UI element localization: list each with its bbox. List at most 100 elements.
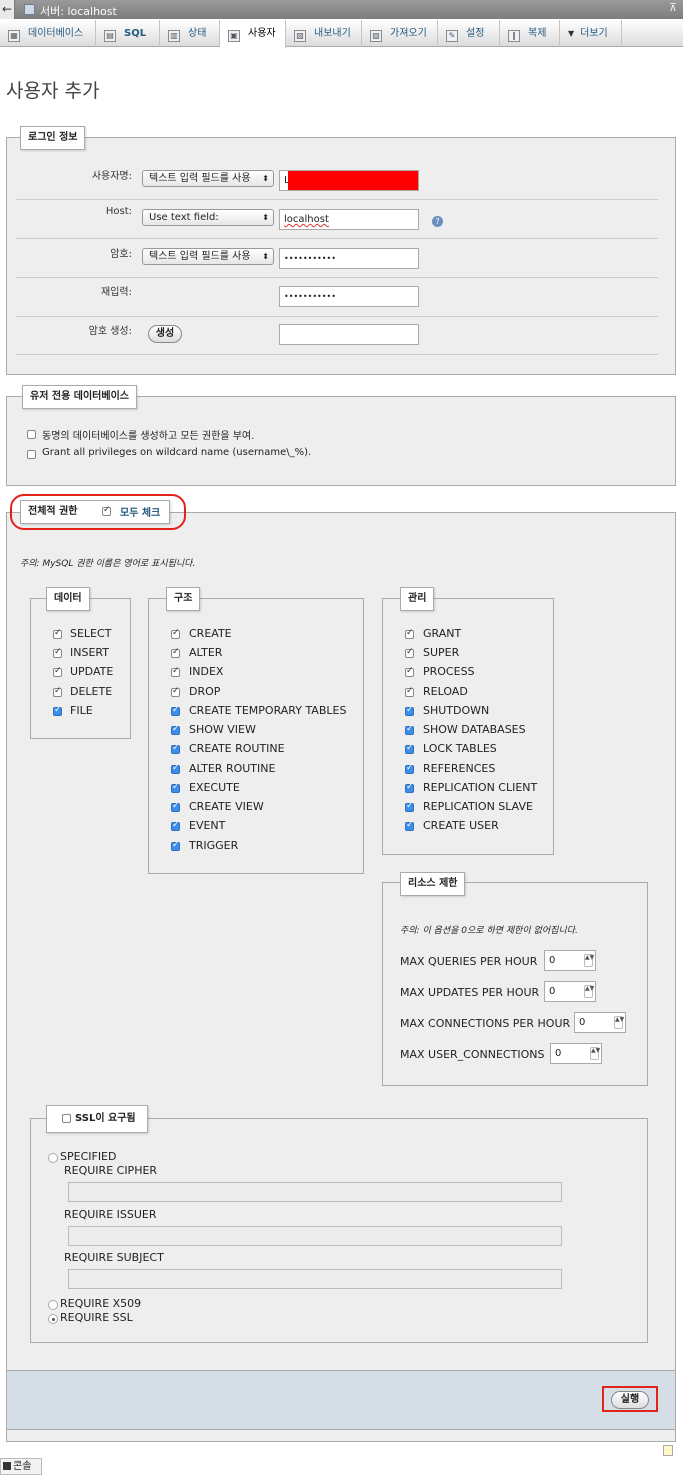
username-type-select[interactable]: 텍스트 입력 필드를 사용 ⬍ [142, 170, 274, 187]
alter-routine-checkbox[interactable] [171, 763, 180, 774]
max-updates-input[interactable]: 0 ▲▼ [544, 981, 596, 1002]
execute-label: EXECUTE [189, 781, 240, 794]
super-privilege-label: SUPER [423, 646, 460, 659]
require-issuer-label: REQUIRE ISSUER [64, 1208, 157, 1221]
max-queries-input[interactable]: 0 ▲▼ [544, 950, 596, 971]
spinner-icon[interactable]: ▲▼ [584, 985, 594, 998]
host-input[interactable]: localhost [279, 209, 419, 230]
create-privilege-checkbox[interactable] [171, 628, 180, 639]
form-footer [6, 1370, 676, 1430]
generate-password-label: 암호 생성: [88, 326, 132, 337]
server-icon [24, 4, 35, 15]
tab-import[interactable]: ▨ 가져오기 [362, 20, 438, 47]
dropdown-icon: ▼ [568, 29, 575, 38]
show-databases-checkbox[interactable] [405, 724, 414, 735]
select-arrow-icon: ⬍ [262, 252, 269, 261]
lock-tables-checkbox[interactable] [405, 743, 414, 754]
require-subject-input[interactable] [68, 1269, 562, 1289]
page-title: 사용자 추가 [6, 80, 100, 102]
select-privilege-checkbox[interactable] [53, 628, 62, 639]
insert-privilege-checkbox[interactable] [53, 647, 62, 658]
process-privilege-checkbox[interactable] [405, 666, 414, 677]
require-issuer-input[interactable] [68, 1226, 562, 1246]
generated-password-input[interactable] [279, 324, 419, 345]
create-user-checkbox[interactable] [405, 820, 414, 831]
help-icon[interactable]: ? [432, 216, 443, 227]
tab-settings[interactable]: ✎ 설정 [438, 20, 500, 47]
drop-privilege-label: DROP [189, 685, 221, 698]
spinner-icon[interactable]: ▲▼ [614, 1016, 624, 1029]
tab-export[interactable]: ▧ 내보내기 [286, 20, 362, 47]
password-input[interactable]: ••••••••••• [279, 248, 419, 269]
tab-more[interactable]: ▼ 더보기 [560, 20, 622, 47]
replication-slave-checkbox[interactable] [405, 801, 414, 812]
tab-databases[interactable]: ▦ 데이터베이스 [0, 20, 96, 47]
require-ssl-radio[interactable] [48, 1314, 58, 1324]
max-user-connections-input[interactable]: 0 ▲▼ [550, 1043, 602, 1064]
create-temporary-tables-checkbox[interactable] [171, 705, 180, 716]
console-tab[interactable]: 콘솔 [0, 1458, 42, 1475]
max-connections-input[interactable]: 0 ▲▼ [574, 1012, 626, 1033]
references-checkbox[interactable] [405, 763, 414, 774]
alter-privilege-checkbox[interactable] [171, 647, 180, 658]
require-ssl-label: REQUIRE SSL [60, 1311, 133, 1324]
create-routine-checkbox[interactable] [171, 743, 180, 754]
require-x509-radio[interactable] [48, 1300, 58, 1310]
collapse-icon[interactable]: ⊼ [669, 1, 677, 14]
insert-privilege-label: INSERT [70, 646, 109, 659]
shutdown-privilege-checkbox[interactable] [405, 705, 414, 716]
ssl-required-checkbox[interactable] [62, 1114, 71, 1123]
super-privilege-checkbox[interactable] [405, 647, 414, 658]
row-separator [16, 277, 658, 278]
create-view-checkbox[interactable] [171, 801, 180, 812]
back-arrow-icon[interactable]: ← [0, 0, 15, 19]
alter-privilege-label: ALTER [189, 646, 223, 659]
require-cipher-input[interactable] [68, 1182, 562, 1202]
create-same-name-db-label: 동명의 데이터베이스를 생성하고 모든 권한을 부여. [42, 431, 255, 442]
reenter-password-input[interactable]: ••••••••••• [279, 286, 419, 307]
delete-privilege-label: DELETE [70, 685, 113, 698]
row-separator [16, 354, 658, 355]
replication-slave-label: REPLICATION SLAVE [423, 800, 533, 813]
note-icon[interactable] [663, 1445, 673, 1456]
tab-users[interactable]: ▣ 사용자 [220, 20, 286, 48]
row-separator [16, 199, 658, 200]
ssl-specified-radio[interactable] [48, 1153, 58, 1163]
replication-client-checkbox[interactable] [405, 782, 414, 793]
index-privilege-checkbox[interactable] [171, 666, 180, 677]
reload-privilege-label: RELOAD [423, 685, 468, 698]
tab-sql[interactable]: ▤ SQL [96, 20, 160, 47]
reload-privilege-checkbox[interactable] [405, 686, 414, 697]
username-label: 사용자명: [91, 171, 132, 182]
file-privilege-checkbox[interactable] [53, 705, 62, 716]
max-connections-label: MAX CONNECTIONS PER HOUR [400, 1017, 571, 1030]
trigger-checkbox[interactable] [171, 840, 180, 851]
grant-wildcard-checkbox[interactable] [27, 450, 36, 459]
grant-privilege-label: GRANT [423, 627, 462, 640]
show-view-checkbox[interactable] [171, 724, 180, 735]
spinner-icon[interactable]: ▲▼ [584, 954, 594, 967]
trigger-label: TRIGGER [189, 839, 239, 852]
create-same-name-db-checkbox[interactable] [27, 430, 36, 439]
update-privilege-checkbox[interactable] [53, 666, 62, 677]
tab-status[interactable]: ▥ 상태 [160, 20, 220, 47]
sql-icon: ▤ [104, 30, 116, 42]
event-label: EVENT [189, 819, 226, 832]
tab-replication[interactable]: ‖ 복제 [500, 20, 560, 47]
max-updates-label: MAX UPDATES PER HOUR [400, 986, 540, 999]
drop-privilege-checkbox[interactable] [171, 686, 180, 697]
password-type-select[interactable]: 텍스트 입력 필드를 사용 ⬍ [142, 248, 274, 265]
host-type-select[interactable]: Use text field: ⬍ [142, 209, 274, 226]
wrench-icon: ✎ [446, 30, 458, 42]
go-button[interactable]: 실행 [611, 1391, 649, 1409]
references-label: REFERENCES [423, 762, 496, 775]
generate-password-button[interactable]: 생성 [148, 325, 182, 343]
grant-privilege-checkbox[interactable] [405, 628, 414, 639]
execute-checkbox[interactable] [171, 782, 180, 793]
delete-privilege-checkbox[interactable] [53, 686, 62, 697]
event-checkbox[interactable] [171, 820, 180, 831]
spinner-icon[interactable]: ▲▼ [590, 1047, 600, 1060]
password-label: 암호: [110, 249, 132, 260]
host-label: Host: [105, 206, 132, 217]
title-bar: ← 서버: localhost ⊼ [0, 0, 683, 19]
